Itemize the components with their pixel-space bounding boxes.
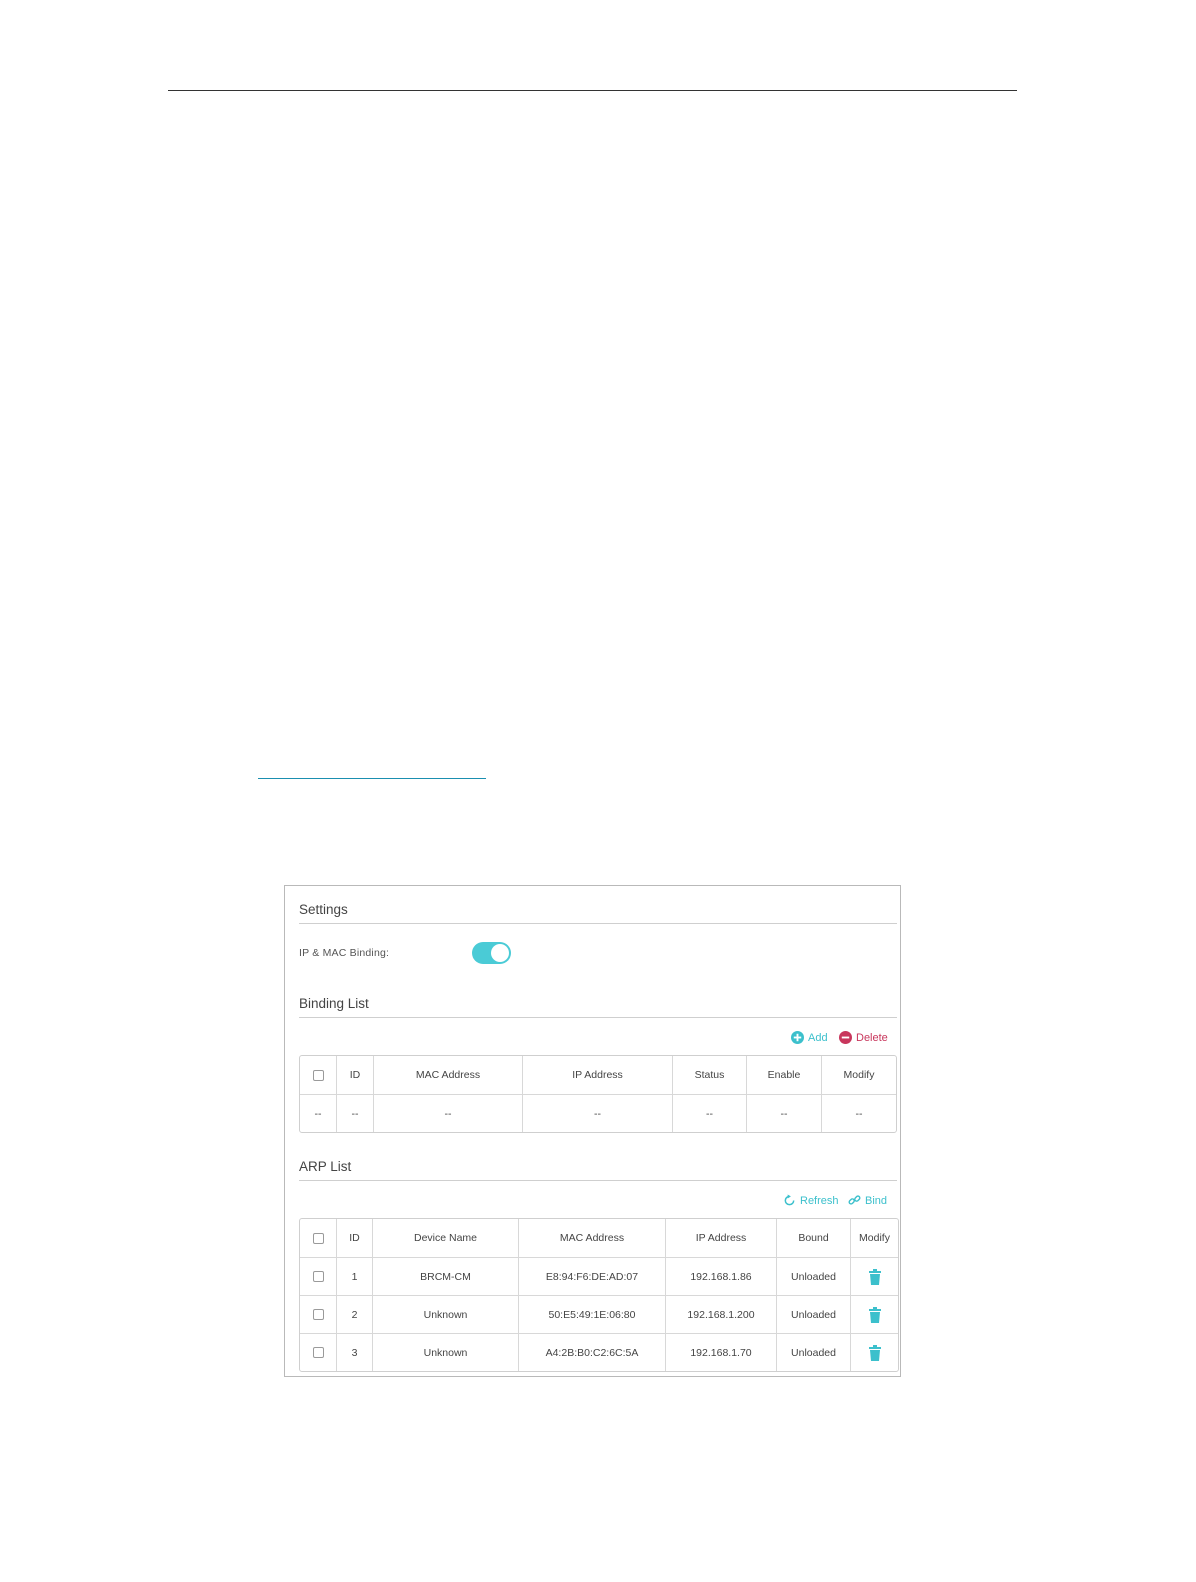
table-cell: -- (747, 1095, 822, 1132)
refresh-label: Refresh (800, 1194, 839, 1207)
add-button[interactable]: Add (791, 1031, 828, 1044)
table-cell: 192.168.1.70 (666, 1334, 777, 1371)
add-icon (791, 1031, 804, 1044)
table-cell: 2 (337, 1296, 373, 1334)
column-header: Status (673, 1056, 747, 1095)
table-row: 3 Unknown A4:2B:B0:C2:6C:5A 192.168.1.70… (300, 1334, 898, 1371)
add-label: Add (808, 1031, 828, 1044)
trash-icon[interactable] (868, 1306, 882, 1323)
table-cell: -- (523, 1095, 673, 1132)
table-cell: -- (374, 1095, 523, 1132)
table-cell: Unloaded (777, 1296, 851, 1334)
delete-icon (839, 1031, 852, 1044)
select-all-cell (300, 1219, 337, 1258)
column-header: Device Name (373, 1219, 519, 1258)
table-cell: -- (673, 1095, 747, 1132)
binding-list-table: ID MAC Address IP Address Status Enable … (299, 1055, 897, 1133)
table-cell: -- (300, 1095, 337, 1132)
table-cell: Unknown (373, 1334, 519, 1371)
column-header: MAC Address (519, 1219, 666, 1258)
hyperlink-underline (258, 778, 486, 779)
table-cell: -- (337, 1095, 374, 1132)
table-cell: Unloaded (777, 1334, 851, 1371)
arp-list-table: ID Device Name MAC Address IP Address Bo… (299, 1218, 899, 1372)
table-cell: Unknown (373, 1296, 519, 1334)
ip-mac-binding-toggle[interactable] (472, 942, 511, 964)
column-header: Modify (822, 1056, 896, 1095)
toggle-knob (491, 944, 509, 962)
select-all-cell (300, 1056, 337, 1095)
row-select-cell (300, 1334, 337, 1371)
row-select-cell (300, 1258, 337, 1296)
table-cell: 50:E5:49:1E:06:80 (519, 1296, 666, 1334)
table-cell: 192.168.1.86 (666, 1258, 777, 1296)
page-header-rule (168, 90, 1017, 91)
column-header: IP Address (523, 1056, 673, 1095)
column-header: Modify (851, 1219, 898, 1258)
arp-list-divider (299, 1180, 897, 1181)
row-checkbox[interactable] (312, 1347, 324, 1359)
refresh-icon (784, 1194, 795, 1206)
column-header: MAC Address (374, 1056, 523, 1095)
trash-icon[interactable] (868, 1268, 882, 1285)
select-all-checkbox[interactable] (312, 1069, 324, 1081)
table-cell: 1 (337, 1258, 373, 1296)
settings-divider (299, 923, 897, 924)
table-cell: Unloaded (777, 1258, 851, 1296)
column-header: ID (337, 1219, 373, 1258)
table-cell: BRCM-CM (373, 1258, 519, 1296)
row-checkbox[interactable] (312, 1309, 324, 1321)
settings-title: Settings (299, 902, 348, 917)
binding-list-title: Binding List (299, 996, 369, 1011)
bind-label: Bind (865, 1194, 888, 1207)
delete-button[interactable]: Delete (839, 1031, 888, 1044)
table-cell: 3 (337, 1334, 373, 1371)
trash-icon[interactable] (868, 1344, 882, 1361)
ip-mac-binding-label: IP & MAC Binding: (299, 947, 390, 959)
delete-label: Delete (856, 1031, 888, 1044)
select-all-checkbox[interactable] (312, 1232, 324, 1244)
table-cell: E8:94:F6:DE:AD:07 (519, 1258, 666, 1296)
table-row: 1 BRCM-CM E8:94:F6:DE:AD:07 192.168.1.86… (300, 1258, 898, 1296)
table-cell: 192.168.1.200 (666, 1296, 777, 1334)
row-checkbox[interactable] (312, 1271, 324, 1283)
table-row: -- -- -- -- -- -- -- (300, 1095, 896, 1132)
modify-cell (851, 1334, 898, 1371)
arp-list-header-row: ID Device Name MAC Address IP Address Bo… (300, 1219, 898, 1258)
refresh-button[interactable]: Refresh (783, 1194, 839, 1207)
binding-list-header-row: ID MAC Address IP Address Status Enable … (300, 1056, 896, 1095)
table-row: 2 Unknown 50:E5:49:1E:06:80 192.168.1.20… (300, 1296, 898, 1334)
column-header: IP Address (666, 1219, 777, 1258)
ip-mac-binding-panel: Settings IP & MAC Binding: Binding List … (284, 885, 901, 1377)
column-header: Enable (747, 1056, 822, 1095)
arp-list-title: ARP List (299, 1159, 352, 1174)
binding-list-divider (299, 1017, 897, 1018)
modify-cell (851, 1296, 898, 1334)
bind-icon (848, 1195, 861, 1205)
row-select-cell (300, 1296, 337, 1334)
column-header: ID (337, 1056, 374, 1095)
modify-cell (851, 1258, 898, 1296)
column-header: Bound (777, 1219, 851, 1258)
table-cell: -- (855, 1107, 863, 1120)
bind-button[interactable]: Bind (848, 1194, 887, 1207)
table-cell: A4:2B:B0:C2:6C:5A (519, 1334, 666, 1371)
